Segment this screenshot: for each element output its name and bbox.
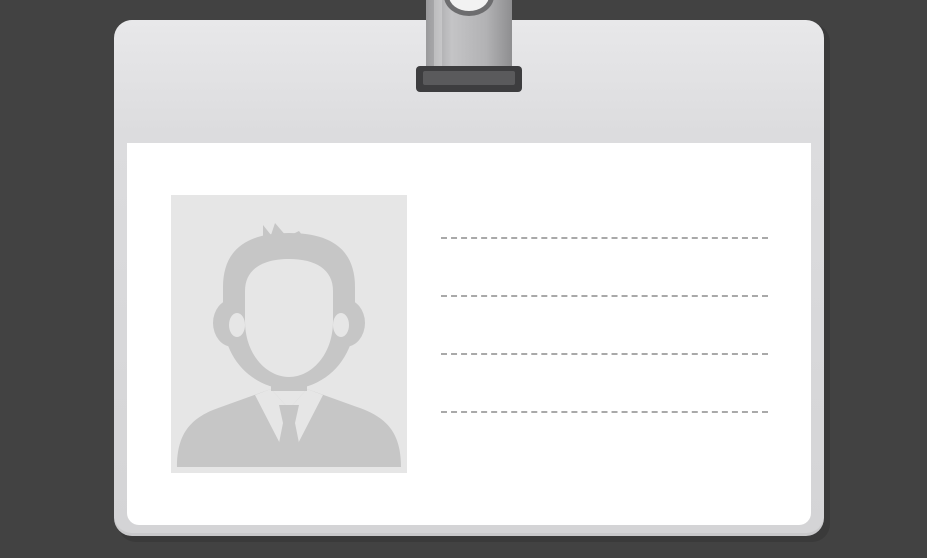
info-line-4: [441, 411, 768, 413]
id-badge-scene: [0, 0, 927, 558]
info-line-3: [441, 353, 768, 355]
info-line-2: [441, 295, 768, 297]
photo-placeholder: [171, 195, 407, 473]
info-line-1: [441, 237, 768, 239]
person-silhouette-icon: [177, 223, 401, 467]
clip-slot-inner: [423, 71, 515, 85]
